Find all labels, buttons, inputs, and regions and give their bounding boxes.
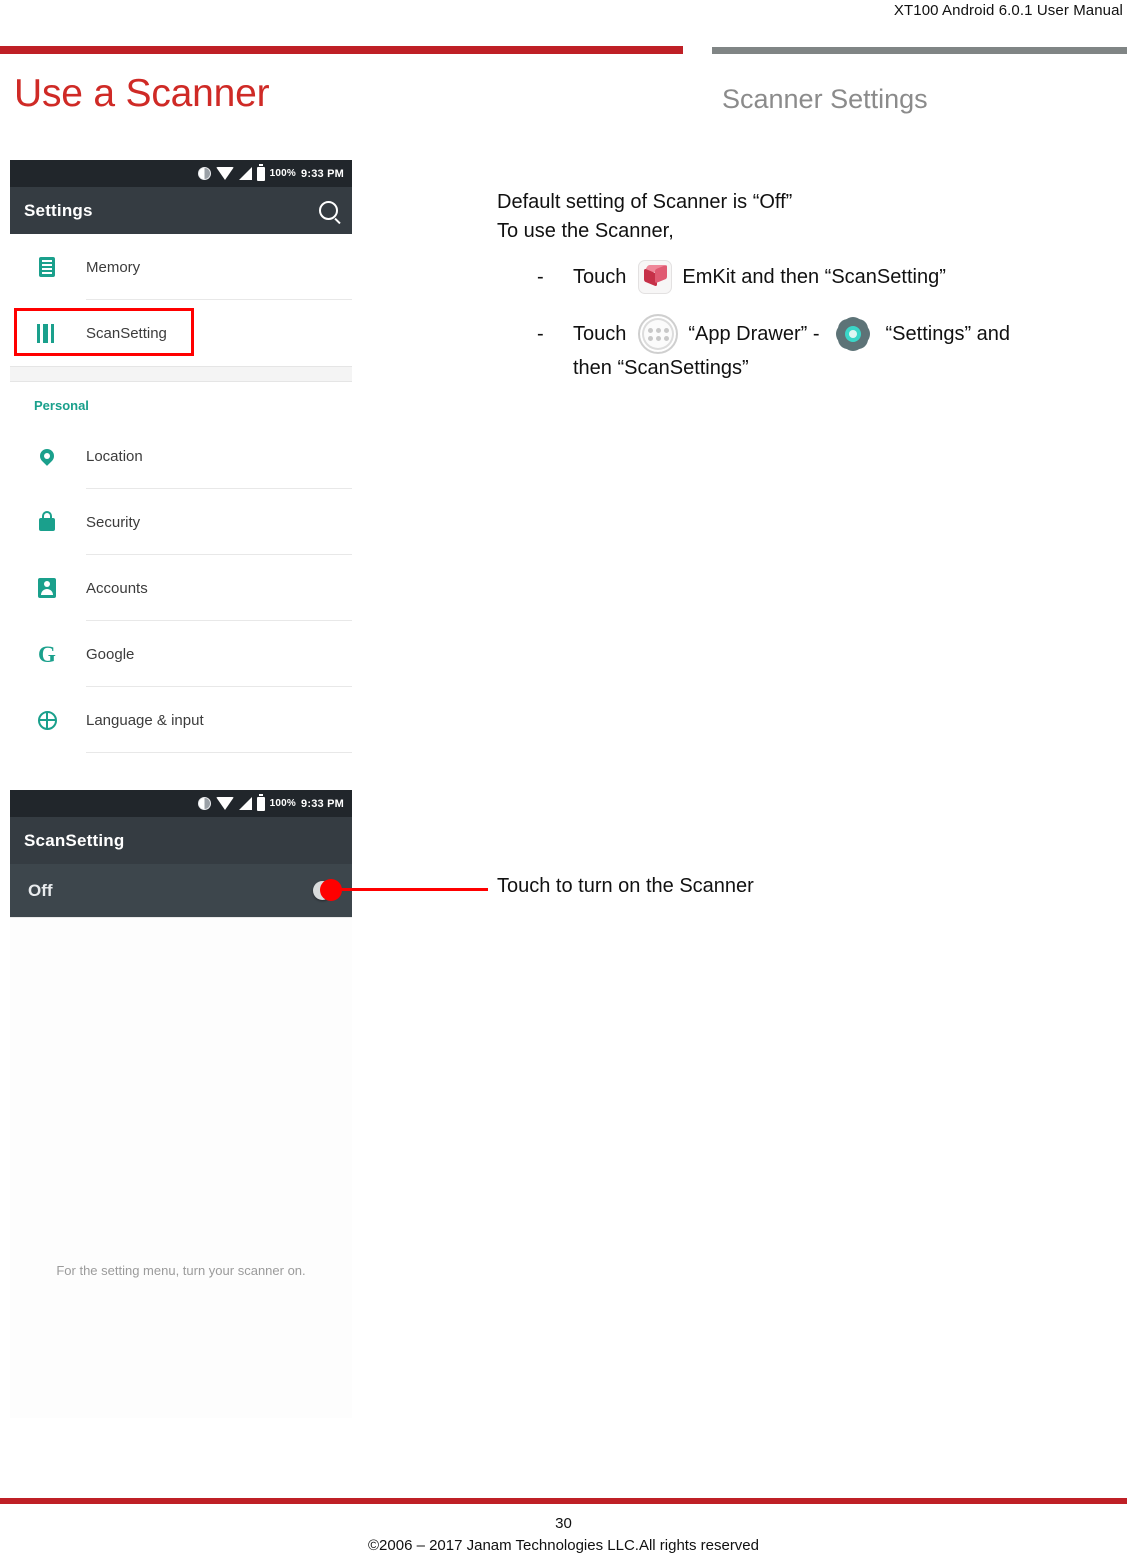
settings-appbar: Settings [10, 187, 352, 234]
bullet-tail-text: EmKit and then “ScanSetting” [682, 265, 946, 288]
battery-full-icon [256, 793, 265, 811]
settings-section-separator [10, 366, 352, 382]
memory-icon [34, 257, 60, 277]
globe-icon [34, 710, 60, 730]
settings-row-accounts[interactable]: Accounts [10, 555, 352, 621]
page-title: Use a Scanner [14, 72, 270, 115]
settings-row-location[interactable]: Location [10, 423, 352, 489]
app-drawer-icon [638, 314, 679, 354]
header-gray-rule [712, 47, 1127, 54]
account-person-icon [34, 578, 60, 598]
settings-row-scansetting[interactable]: ScanSetting [10, 300, 352, 366]
scansetting-appbar: ScanSetting [10, 817, 352, 864]
bullet-tail-text: “Settings” and [885, 322, 1011, 345]
settings-row-label: Security [86, 513, 141, 531]
instruction-bullet-2: - Touch “App Drawer” - “Settings” and th… [537, 314, 1097, 383]
scansetting-body: For the setting menu, turn your scanner … [10, 917, 352, 1418]
emkit-app-icon [638, 260, 673, 294]
callout-text: Touch to turn on the Scanner [497, 875, 754, 897]
google-g-icon: G [38, 641, 56, 667]
bullet-mid-text: “App Drawer” - [688, 322, 820, 345]
lock-icon [34, 511, 60, 531]
settings-row-memory[interactable]: Memory [10, 234, 352, 300]
instruction-line-1: Default setting of Scanner is “Off” [497, 191, 793, 213]
wifi-icon [215, 167, 234, 180]
row-divider [86, 752, 352, 753]
bullet-touch-word: Touch [573, 265, 627, 288]
settings-row-label: Google [86, 645, 135, 663]
statusbar: 100% 9:33 PM [10, 790, 352, 817]
cellular-signal-icon [238, 797, 252, 810]
screenshot-settings: 100% 9:33 PM Settings Memory ScanSetting… [10, 160, 352, 772]
settings-gear-icon [836, 317, 870, 351]
cellular-signal-icon [238, 167, 252, 180]
settings-section-label-personal: Personal [34, 398, 89, 413]
screenshot-scansetting: 100% 9:33 PM ScanSetting Off For the set… [10, 790, 352, 1418]
bullet-dash: - [537, 265, 544, 288]
bullet-touch-word: Touch [573, 322, 627, 345]
settings-row-language-input[interactable]: Language & input [10, 687, 352, 753]
wifi-icon [215, 797, 234, 810]
bullet-dash: - [537, 322, 544, 345]
settings-row-google[interactable]: G Google [10, 621, 352, 687]
settings-list: Memory ScanSetting Personal Location Sec… [10, 234, 352, 753]
instructions-block: Default setting of Scanner is “Off” To u… [497, 188, 1097, 383]
footer-red-rule [0, 1498, 1127, 1504]
callout-leader-line [338, 888, 488, 891]
battery-full-icon [256, 163, 265, 181]
brightness-icon [197, 167, 211, 180]
empty-state-message: For the setting menu, turn your scanner … [56, 1263, 306, 1278]
status-clock: 9:33 PM [301, 167, 344, 180]
status-clock: 9:33 PM [301, 797, 344, 810]
appbar-title: Settings [24, 200, 93, 220]
settings-row-label: Memory [86, 258, 141, 276]
scanner-toggle-row[interactable]: Off [10, 864, 352, 917]
settings-row-label: Language & input [86, 711, 204, 729]
appbar-title: ScanSetting [24, 830, 125, 850]
search-icon[interactable] [319, 201, 338, 220]
location-pin-icon [34, 446, 60, 466]
settings-row-label: ScanSetting [86, 324, 167, 342]
battery-percent: 100% [269, 798, 297, 809]
document-header-title: XT100 Android 6.0.1 User Manual [893, 2, 1123, 19]
instruction-line-2: To use the Scanner, [497, 220, 674, 242]
settings-row-security[interactable]: Security [10, 489, 352, 555]
settings-row-label: Accounts [86, 579, 148, 597]
instruction-bullet-1: - Touch EmKit and then “ScanSetting” [537, 260, 1097, 294]
settings-row-label: Location [86, 447, 143, 465]
header-red-rule [0, 46, 683, 54]
page-number: 30 [555, 1515, 572, 1532]
barcode-scansetting-icon [34, 323, 60, 343]
bullet-second-line: then “ScanSettings” [573, 357, 749, 379]
copyright-notice: ©2006 – 2017 Janam Technologies LLC.All … [367, 1537, 759, 1554]
battery-percent: 100% [269, 168, 297, 179]
section-title: Scanner Settings [722, 84, 928, 114]
brightness-icon [197, 797, 211, 810]
statusbar: 100% 9:33 PM [10, 160, 352, 187]
scanner-toggle-label: Off [28, 880, 53, 900]
